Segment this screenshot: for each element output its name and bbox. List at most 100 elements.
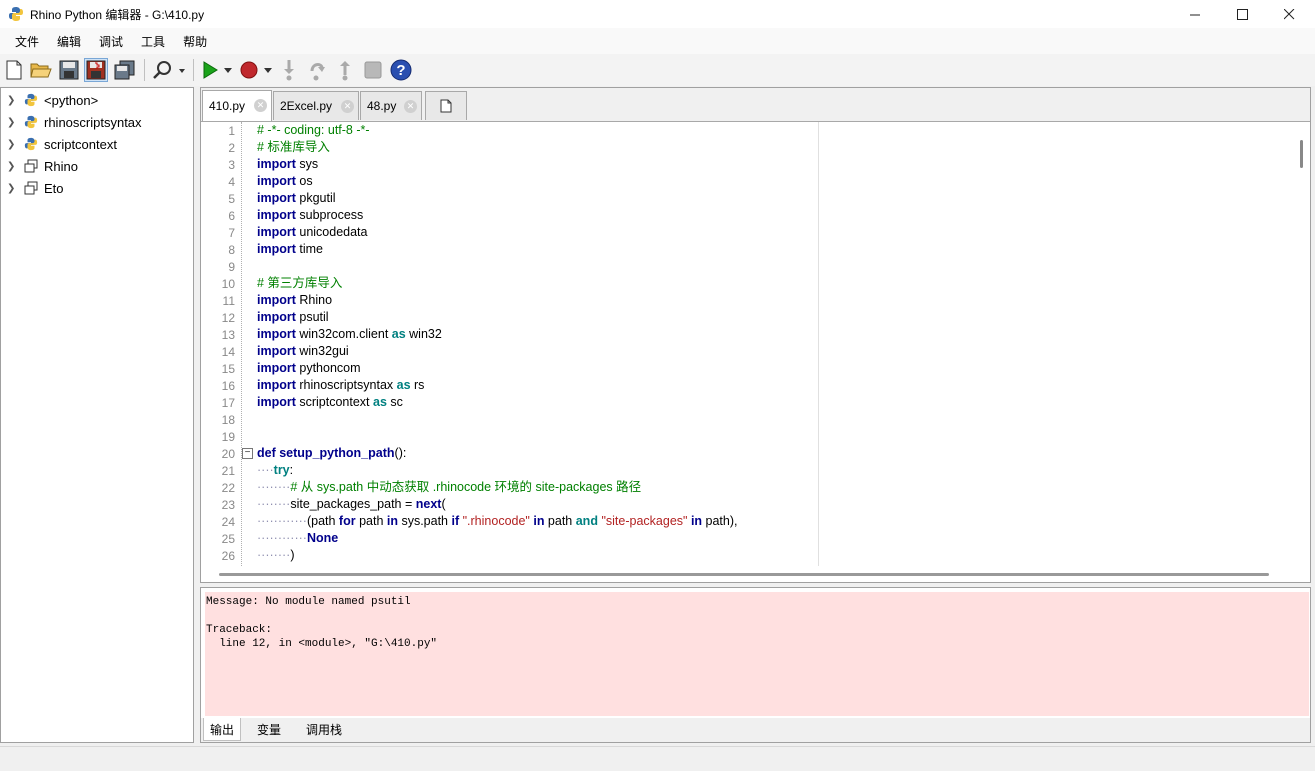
run-dropdown-button[interactable] — [221, 58, 235, 82]
toolbar: ? — [0, 54, 1315, 86]
line-number: 5 — [228, 192, 235, 206]
close-button[interactable] — [1266, 0, 1312, 28]
title-bar: Rhino Python 编辑器 - G:\410.py — [0, 0, 1315, 28]
fold-toggle-icon[interactable]: − — [242, 448, 253, 459]
code-line: import psutil — [257, 310, 329, 324]
tree-item-python[interactable]: ❯ <python> — [1, 89, 193, 111]
run-icon — [203, 61, 218, 79]
code-line: import subprocess — [257, 208, 364, 222]
tree-item-scriptcontext[interactable]: ❯ scriptcontext — [1, 133, 193, 155]
window-title: Rhino Python 编辑器 - G:\410.py — [30, 7, 205, 22]
file-tab-strip: 410.py ✕ 2Excel.py ✕ 48.py ✕ — [201, 88, 1310, 121]
tree-item-rhinoscriptsyntax[interactable]: ❯ rhinoscriptsyntax — [1, 111, 193, 133]
code-line: import pythoncom — [257, 361, 361, 375]
line-number: 23 — [221, 498, 235, 512]
code-line: import time — [257, 242, 323, 256]
new-tab-button[interactable] — [425, 91, 467, 120]
step-out-icon — [340, 61, 350, 81]
step-out-button[interactable] — [333, 58, 357, 82]
tree-item-label: rhinoscriptsyntax — [44, 114, 142, 130]
code-line: ············(path for path in sys.path i… — [257, 514, 738, 528]
status-bar — [0, 746, 1315, 771]
code-line: import win32gui — [257, 344, 349, 358]
line-number: 4 — [228, 175, 235, 189]
tab-close-icon[interactable]: ✕ — [254, 99, 267, 112]
vertical-scrollbar[interactable] — [1294, 122, 1310, 566]
chevron-right-icon[interactable]: ❯ — [7, 95, 17, 106]
minimize-icon — [1189, 14, 1200, 15]
tree-item-eto[interactable]: ❯ Eto — [1, 177, 193, 199]
menu-tools[interactable]: 工具 — [132, 33, 174, 50]
toolbar-separator — [144, 59, 145, 81]
line-number: 18 — [221, 413, 235, 427]
menu-edit[interactable]: 编辑 — [48, 33, 90, 50]
open-button[interactable] — [29, 58, 53, 82]
python-icon — [23, 92, 39, 108]
rhino-python-editor-window: Rhino Python 编辑器 - G:\410.py 文件 编辑 调试 工具… — [0, 0, 1315, 771]
run-dropdown-icon — [224, 68, 232, 73]
chevron-right-icon[interactable]: ❯ — [7, 117, 17, 128]
line-number: 10 — [221, 277, 235, 291]
new-document-icon — [440, 99, 452, 113]
line-number: 11 — [222, 294, 235, 308]
code-line: ········# 从 sys.path 中动态获取 .rhinocode 环境… — [257, 480, 642, 494]
tab-410-py[interactable]: 410.py ✕ — [202, 90, 272, 121]
horizontal-scrollbar[interactable] — [201, 566, 1293, 582]
code-line: # 标准库导入 — [257, 140, 330, 154]
tab-call-stack[interactable]: 调用栈 — [300, 718, 348, 741]
find-button[interactable] — [151, 58, 189, 82]
output-tab-strip: 输出 变量 调用栈 — [201, 718, 1310, 742]
menu-help[interactable]: 帮助 — [174, 33, 216, 50]
tab-close-icon[interactable]: ✕ — [341, 100, 354, 113]
close-icon — [1283, 8, 1294, 19]
line-number: 7 — [228, 226, 235, 240]
record-button[interactable] — [237, 58, 261, 82]
tab-48-py[interactable]: 48.py ✕ — [360, 91, 422, 120]
step-into-icon — [284, 60, 294, 81]
code-line: ········) — [257, 548, 295, 562]
chevron-right-icon[interactable]: ❯ — [7, 183, 17, 194]
line-number: 21 — [221, 464, 235, 478]
output-text[interactable]: Message: No module named psutil Tracebac… — [205, 592, 1309, 716]
code-line: ········site_packages_path = next( — [257, 497, 446, 511]
tab-close-icon[interactable]: ✕ — [404, 100, 417, 113]
code-editor[interactable]: 1 2 3 4 5 6 7 8 9 10 11 12 13 14 15 16 17 18 19 20 21 22 23 24 2… — [201, 121, 1310, 582]
minimize-button[interactable] — [1172, 0, 1218, 28]
record-dropdown-button[interactable] — [261, 58, 275, 82]
step-into-button[interactable] — [277, 58, 301, 82]
menu-debug[interactable]: 调试 — [90, 33, 132, 50]
tab-label: 410.py — [209, 99, 246, 113]
chevron-right-icon[interactable]: ❯ — [7, 139, 17, 150]
tab-variables[interactable]: 变量 — [251, 718, 287, 741]
python-icon — [23, 114, 39, 130]
help-button[interactable]: ? — [389, 58, 413, 82]
step-over-button[interactable] — [305, 58, 329, 82]
tab-label: 48.py — [367, 99, 397, 113]
line-number: 2 — [228, 141, 235, 155]
tab-2excel-py[interactable]: 2Excel.py ✕ — [273, 91, 359, 120]
maximize-button[interactable] — [1219, 0, 1265, 28]
menu-file[interactable]: 文件 — [6, 33, 48, 50]
horizontal-scroll-thumb[interactable] — [219, 573, 1269, 576]
save-as-button[interactable] — [84, 58, 108, 82]
tree-item-rhino[interactable]: ❯ Rhino — [1, 155, 193, 177]
tab-output[interactable]: 输出 — [203, 718, 242, 741]
column-edge-guide — [818, 122, 819, 566]
object-browser-tree: ❯ <python> ❯ rhinoscriptsyntax ❯ scriptc… — [0, 87, 194, 743]
line-number-gutter: 1 2 3 4 5 6 7 8 9 10 11 12 13 14 15 16 17 18 19 20 21 22 23 24 2… — [217, 122, 239, 566]
namespace-icon — [23, 158, 39, 174]
python-icon — [23, 136, 39, 152]
line-number: 20 — [221, 447, 235, 461]
code-line: ············None — [257, 531, 339, 545]
fold-guide — [241, 122, 242, 566]
code-line: import os — [257, 174, 313, 188]
new-file-button[interactable] — [2, 58, 26, 82]
vertical-scroll-thumb[interactable] — [1300, 140, 1303, 168]
stop-button[interactable] — [361, 58, 385, 82]
save-button[interactable] — [57, 58, 81, 82]
run-button[interactable] — [198, 58, 222, 82]
line-number: 13 — [221, 328, 235, 342]
tree-item-label: <python> — [44, 92, 99, 108]
chevron-right-icon[interactable]: ❯ — [7, 161, 17, 172]
save-all-button[interactable] — [113, 58, 137, 82]
